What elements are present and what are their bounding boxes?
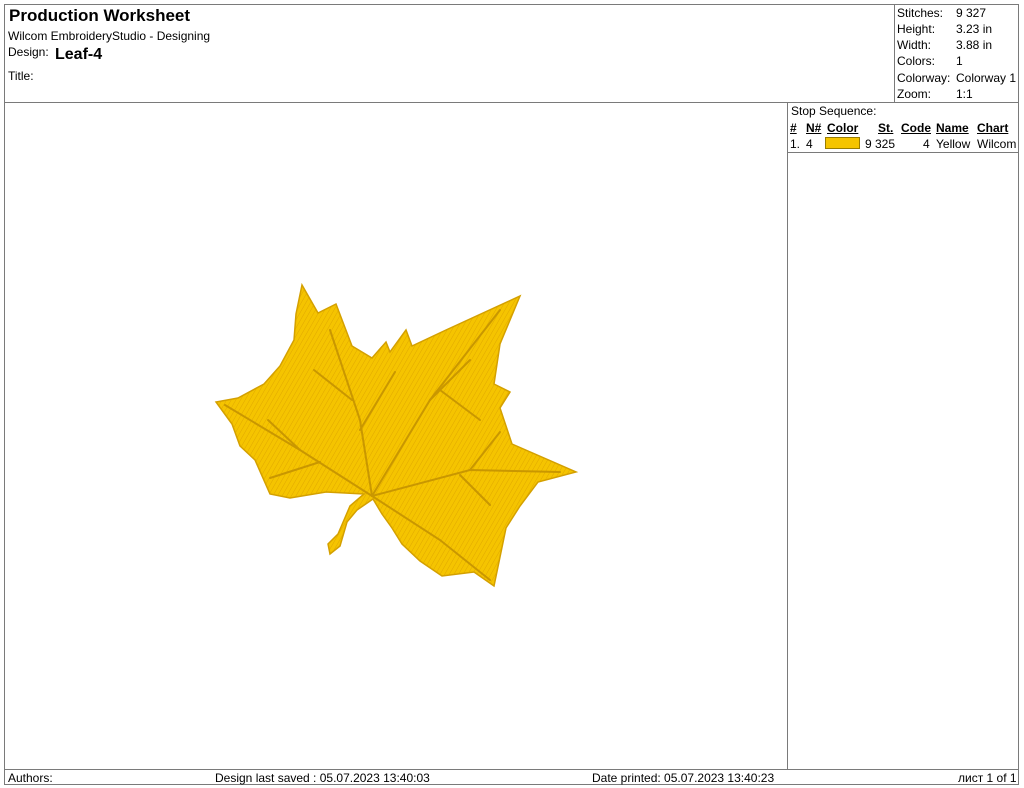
row-code: 4 [923,137,930,151]
colorway-label: Colorway: [897,71,951,85]
col-header-code: Code [901,121,931,135]
width-value: 3.88 in [956,38,993,52]
maple-leaf-embroidery-icon [214,282,579,588]
date-printed: Date printed: 05.07.2023 13:40:23 [592,771,775,785]
colors-label: Colors: [897,54,936,68]
row-num: 1. [790,137,801,151]
col-header-name: Name [936,121,969,135]
last-saved: Design last saved : 05.07.2023 13:40:03 [215,771,430,785]
stop-sequence-title: Stop Sequence: [791,104,877,118]
col-header-stitches: St. [878,121,894,135]
stitches-label: Stitches: [897,6,944,20]
height-label: Height: [897,22,936,36]
color-swatch [825,137,860,149]
footer-divider [4,769,1019,770]
col-header-needle: N# [806,121,822,135]
zoom-value: 1:1 [956,87,973,101]
colorway-value: Colorway 1 [956,71,1017,85]
width-label: Width: [897,38,932,52]
col-header-color: Color [827,121,859,135]
stop-table-divider [787,152,1019,153]
design-label: Design: [8,45,49,59]
row-stitches: 9 325 [865,137,896,151]
height-value: 3.23 in [956,22,993,36]
col-header-chart: Chart [977,121,1009,135]
design-name: Leaf-4 [55,46,103,63]
authors-label: Authors: [8,771,53,785]
row-chart: Wilcom [977,137,1017,151]
row-needle: 4 [806,137,813,151]
col-header-num: # [790,121,797,135]
software-name: Wilcom EmbroideryStudio - Designing [8,29,211,43]
colors-value: 1 [956,54,963,68]
zoom-label: Zoom: [897,87,932,101]
page-number: лист 1 of 1 [958,771,1017,785]
page-title: Production Worksheet [9,6,191,25]
leaf-body [214,282,579,588]
header-divider [4,102,1019,103]
info-divider [894,4,895,102]
row-name: Yellow [936,137,971,151]
stop-panel-divider [787,102,788,769]
title-label: Title: [8,69,34,83]
stitches-value: 9 327 [956,6,987,20]
